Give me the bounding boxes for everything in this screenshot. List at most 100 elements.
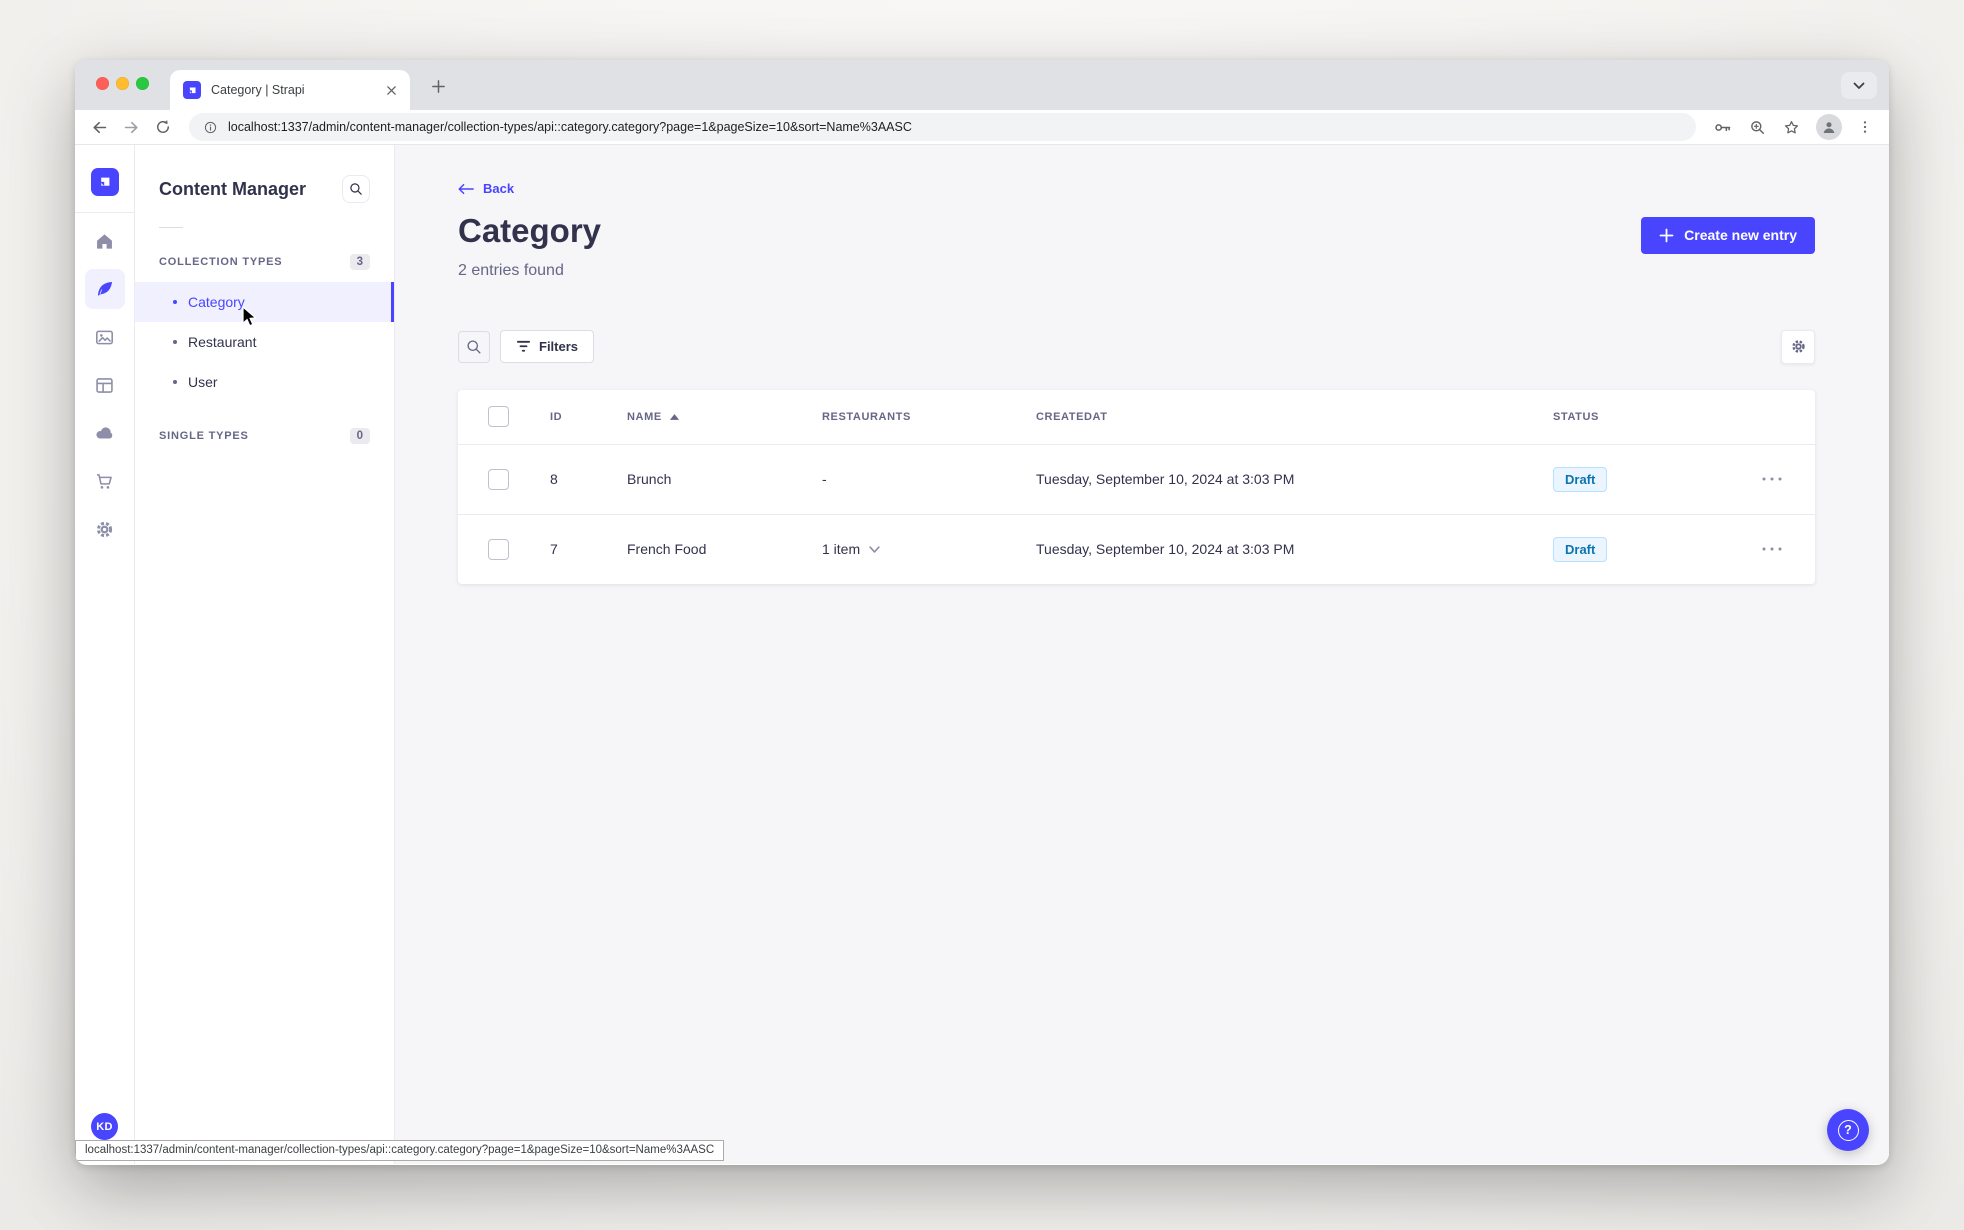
sidebar-item-label: Category (188, 294, 245, 310)
cell-restaurants: 1 item (822, 541, 861, 557)
create-new-entry-label: Create new entry (1684, 227, 1797, 243)
browser-forward-icon[interactable] (117, 113, 145, 141)
browser-back-icon[interactable] (85, 113, 113, 141)
close-tab-icon[interactable] (382, 81, 400, 99)
cell-id: 7 (550, 541, 558, 557)
cell-createdat: Tuesday, September 10, 2024 at 3:03 PM (1036, 471, 1295, 487)
column-header-createdat[interactable]: CREATEDAT (1036, 411, 1553, 423)
cell-id: 8 (550, 471, 558, 487)
browser-reload-icon[interactable] (149, 113, 177, 141)
cell-name: Brunch (627, 471, 672, 487)
status-bar-link-preview: localhost:1337/admin/content-manager/col… (75, 1140, 725, 1161)
row-checkbox[interactable] (488, 468, 509, 490)
zoom-magnifier-icon[interactable] (1748, 118, 1767, 137)
settings-gear-icon (94, 519, 115, 540)
url-bar[interactable]: localhost:1337/admin/content-manager/col… (189, 113, 1696, 141)
status-badge: Draft (1553, 466, 1608, 492)
marketplace-cart-icon (94, 471, 115, 492)
browser-menu-kebab-icon[interactable] (1857, 119, 1873, 135)
row-actions-button[interactable] (1751, 477, 1815, 481)
table-row[interactable]: 7 French Food 1 item Tuesday, September … (458, 513, 1815, 584)
browser-window: Category | Strapi localhost:1337/admin/c… (75, 60, 1889, 1165)
nav-content-type-builder-button[interactable] (85, 365, 125, 405)
sidebar-title: Content Manager (159, 178, 307, 199)
nav-home-button[interactable] (85, 221, 125, 261)
gear-icon (1790, 338, 1807, 355)
nav-divider (75, 212, 134, 213)
passwords-key-icon[interactable] (1712, 117, 1733, 138)
browser-tab[interactable]: Category | Strapi (170, 70, 410, 110)
view-settings-button[interactable] (1781, 329, 1815, 364)
entries-table: ID NAME RESTAURANTS CREATEDAT STATUS 8 B… (458, 389, 1815, 584)
content-manager-icon (94, 279, 115, 300)
nav-content-manager-button[interactable] (84, 269, 125, 309)
nav-deploy-cloud-button[interactable] (85, 413, 125, 453)
home-icon (94, 231, 115, 252)
table-search-button[interactable] (458, 330, 490, 363)
tab-title: Category | Strapi (211, 83, 305, 97)
single-types-count-badge: 0 (349, 428, 370, 444)
window-controls (96, 77, 149, 90)
fullscreen-window-button[interactable] (136, 77, 149, 90)
search-icon (466, 339, 482, 355)
nav-settings-button[interactable] (85, 509, 125, 549)
cloud-icon (94, 422, 116, 444)
strapi-favicon-icon (183, 81, 201, 99)
filters-button[interactable]: Filters (500, 330, 595, 363)
bookmark-star-icon[interactable] (1782, 118, 1801, 137)
minimize-window-button[interactable] (116, 77, 129, 90)
table-header-row: ID NAME RESTAURANTS CREATEDAT STATUS (458, 390, 1815, 444)
sort-asc-icon (669, 413, 680, 421)
single-types-label: SINGLE TYPES (159, 430, 249, 442)
column-header-status[interactable]: STATUS (1553, 411, 1751, 423)
strapi-logo-icon[interactable] (90, 168, 119, 196)
column-header-restaurants[interactable]: RESTAURANTS (822, 411, 1036, 423)
page-title: Category (458, 211, 602, 249)
row-checkbox[interactable] (488, 538, 509, 560)
sidebar-search-button[interactable] (342, 175, 370, 203)
main-content: Back Category Create new entry 2 entries… (395, 145, 1889, 1164)
select-all-checkbox[interactable] (488, 406, 509, 427)
nav-marketplace-button[interactable] (85, 461, 125, 501)
entries-count-text: 2 entries found (458, 261, 564, 279)
content-type-builder-icon (94, 375, 115, 396)
user-avatar[interactable]: KD (91, 1113, 118, 1140)
collection-types-list: Category Restaurant User (135, 282, 394, 402)
browser-tab-strip: Category | Strapi (75, 60, 1889, 110)
sidebar-item-restaurant[interactable]: Restaurant (135, 322, 394, 362)
sidebar-item-category[interactable]: Category (135, 282, 394, 322)
search-icon (349, 182, 363, 196)
filter-icon (516, 340, 531, 353)
cell-name: French Food (627, 541, 707, 557)
new-tab-button[interactable] (427, 75, 449, 97)
row-actions-icon (1761, 477, 1783, 481)
tab-search-chevron-button[interactable] (1841, 72, 1877, 99)
page-info-icon[interactable] (203, 120, 218, 135)
strapi-admin-body: KD Content Manager COLLECTION TYPES 3 Ca… (75, 145, 1889, 1164)
sidebar-item-user[interactable]: User (135, 362, 394, 402)
browser-profile-avatar[interactable] (1816, 114, 1842, 140)
sidebar-divider (159, 227, 183, 228)
back-label: Back (483, 181, 515, 196)
column-header-name[interactable]: NAME (627, 411, 822, 423)
filters-label: Filters (539, 339, 579, 354)
cell-createdat: Tuesday, September 10, 2024 at 3:03 PM (1036, 541, 1295, 557)
close-window-button[interactable] (96, 77, 109, 90)
url-text[interactable]: localhost:1337/admin/content-manager/col… (228, 120, 912, 134)
status-badge: Draft (1553, 536, 1608, 562)
collection-types-count-badge: 3 (349, 254, 370, 270)
row-actions-button[interactable] (1751, 547, 1815, 551)
plus-icon (1659, 228, 1674, 243)
column-header-id[interactable]: ID (550, 411, 627, 423)
help-button[interactable]: ? (1827, 1109, 1869, 1151)
bullet-icon (173, 380, 177, 384)
media-library-icon (94, 327, 115, 348)
collection-types-label: COLLECTION TYPES (159, 256, 283, 268)
row-actions-icon (1761, 547, 1783, 551)
table-row[interactable]: 8 Brunch - Tuesday, September 10, 2024 a… (458, 443, 1815, 514)
back-link[interactable]: Back (458, 181, 514, 196)
bullet-icon (173, 300, 177, 304)
nav-media-library-button[interactable] (85, 317, 125, 357)
chevron-down-icon[interactable] (869, 545, 880, 553)
create-new-entry-button[interactable]: Create new entry (1641, 216, 1815, 254)
